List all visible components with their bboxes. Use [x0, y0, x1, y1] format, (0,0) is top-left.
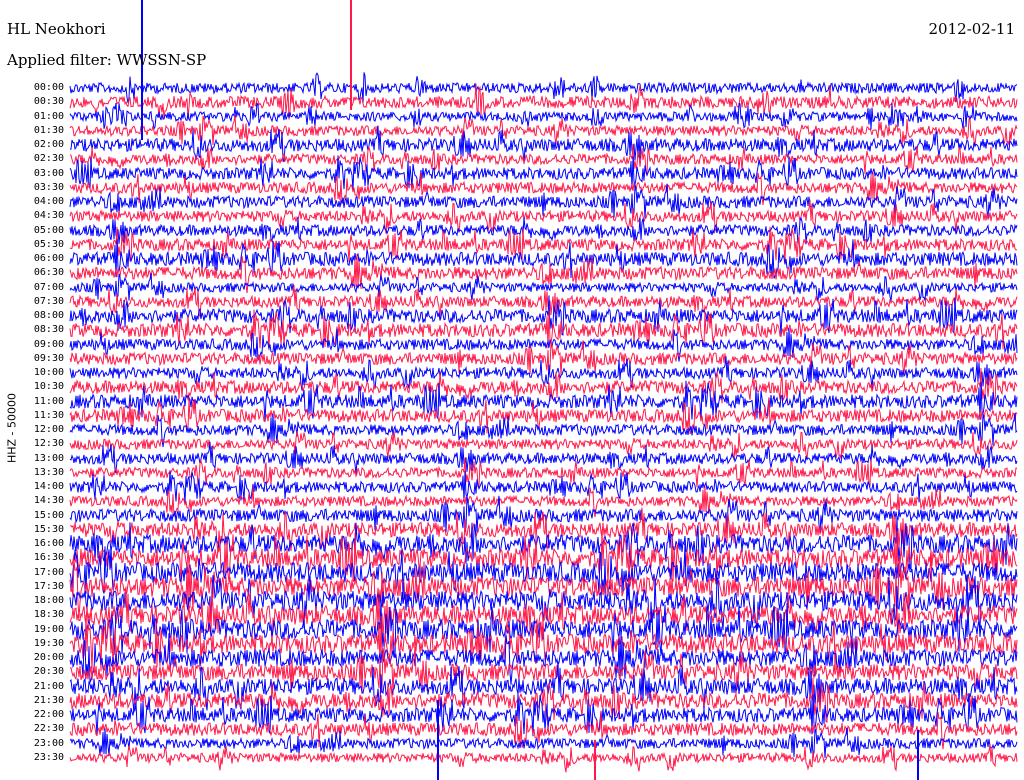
trace-0700: [69, 273, 1018, 303]
trace-0000: [69, 72, 1018, 104]
trace-0500: [69, 216, 1018, 245]
seismogram-plot: [69, 0, 1018, 780]
filter-label: Applied filter: WWSSN-SP: [7, 51, 207, 69]
